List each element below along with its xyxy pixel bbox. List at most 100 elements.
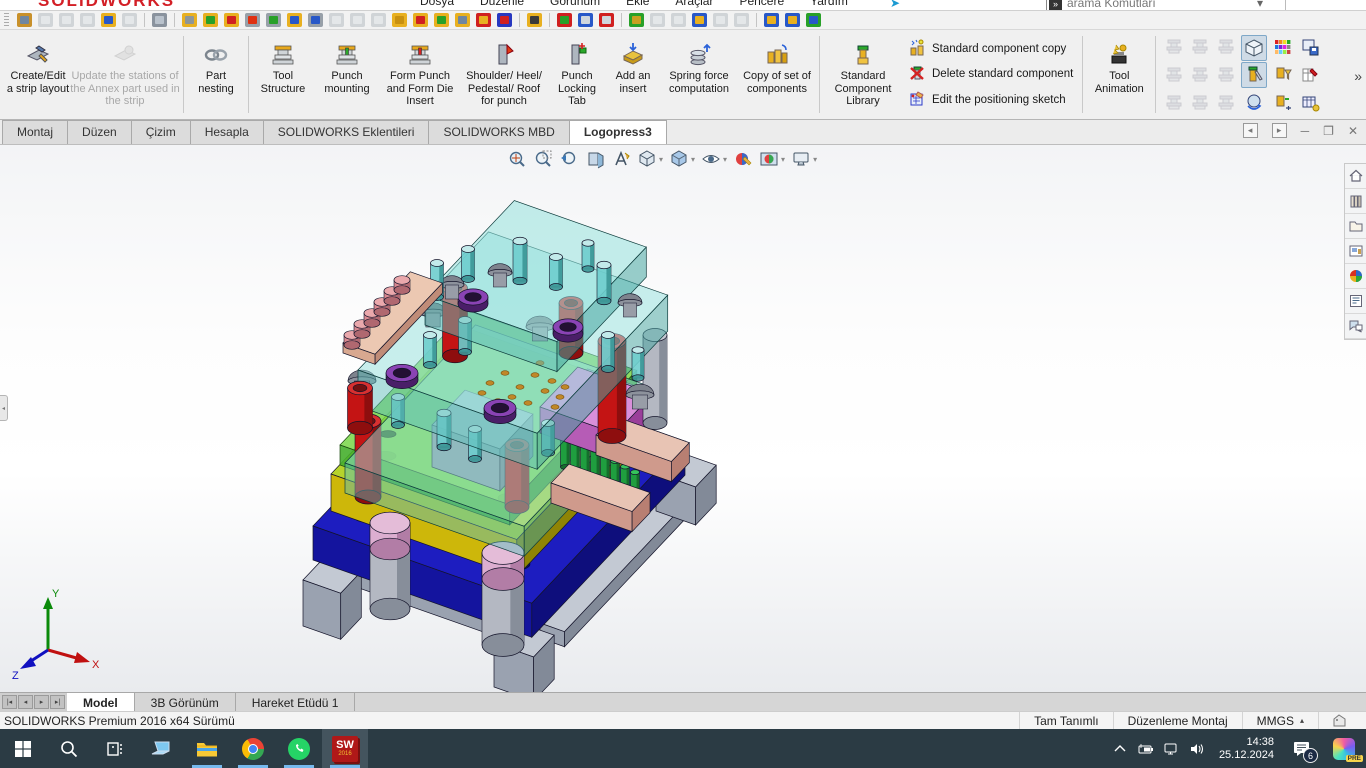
pc-icon[interactable]: [138, 729, 184, 768]
solidworks-button[interactable]: SW2016: [322, 729, 368, 768]
tab-next-icon[interactable]: ▸: [34, 695, 49, 709]
link-break-icon[interactable]: [713, 13, 728, 27]
network-icon[interactable]: [1159, 729, 1185, 768]
cmd-edit-the-positioning-sketch-button[interactable]: Edit the positioning sketch: [909, 90, 1073, 110]
doc-tab-3b-g-r-n-m[interactable]: 3B Görünüm: [135, 693, 236, 711]
menu-item-dosya[interactable]: Dosya: [420, 0, 454, 8]
std-component-delete-icon[interactable]: [476, 13, 491, 27]
cmd-tool-structure-button[interactable]: Tool Structure: [252, 32, 314, 117]
dropdown-caret-icon[interactable]: ▾: [691, 155, 695, 164]
design-table-icon[interactable]: [692, 13, 707, 27]
copilot-button[interactable]: PRE: [1322, 729, 1366, 768]
component-filter-button[interactable]: [1270, 61, 1296, 88]
dropdown-caret-icon[interactable]: ▾: [781, 155, 785, 164]
menu-item-araçlar[interactable]: Araçlar: [675, 0, 713, 8]
collapse-left-icon[interactable]: ◂: [1243, 123, 1258, 138]
cmd-delete-standard-component-button[interactable]: Delete standard component: [909, 64, 1073, 84]
file-explorer-icon[interactable]: [1345, 214, 1366, 239]
strip-link-icon[interactable]: [122, 13, 137, 27]
hide-show-icon[interactable]: ▾: [699, 147, 729, 171]
restore-button[interactable]: ❐: [1323, 124, 1334, 138]
copy-set-icon[interactable]: [392, 13, 407, 27]
punch-locking-icon[interactable]: [266, 13, 281, 27]
custom-properties-icon[interactable]: [1345, 289, 1366, 314]
previous-view-icon[interactable]: [557, 147, 581, 171]
annex-filter-icon[interactable]: [80, 13, 95, 27]
tab-logopress3[interactable]: Logopress3: [569, 120, 667, 144]
cmd-part-nesting-button[interactable]: Part nesting: [187, 32, 245, 117]
cmd-add-an-insert-button[interactable]: Add an insert: [606, 32, 660, 117]
doc-tab-hareket-et-d-1[interactable]: Hareket Etüdü 1: [236, 693, 356, 711]
die-assembly-model[interactable]: YXZ: [0, 145, 1366, 692]
add-insert-icon[interactable]: [287, 13, 302, 27]
copy-icon[interactable]: [329, 13, 344, 27]
dropdown-caret-icon[interactable]: ▾: [813, 155, 817, 164]
user-edit-icon[interactable]: [785, 13, 800, 27]
cmd-standard-component-copy-button[interactable]: Standard component copy: [909, 39, 1073, 59]
cmd-create-edit-a-strip-layout-button[interactable]: Create/Edit a strip layout: [6, 32, 70, 117]
tool-animation-icon[interactable]: [527, 13, 542, 27]
notification-center-button[interactable]: 6: [1282, 729, 1322, 768]
appearances-icon[interactable]: [1345, 264, 1366, 289]
toolbar-overflow-chevron[interactable]: »: [1354, 68, 1362, 84]
volume-icon[interactable]: [1185, 729, 1211, 768]
pin-icon[interactable]: ➤: [890, 0, 900, 10]
edit-appearance-icon[interactable]: [731, 147, 755, 171]
paste-icon[interactable]: [350, 13, 365, 27]
cmd-shoulder-heel-pedestal-roof--button[interactable]: Shoulder/ Heel/ Pedestal/ Roof for punch: [460, 32, 548, 117]
graphics-area[interactable]: YXZ ▾▾▾▾▾ ◂: [0, 145, 1366, 692]
library-check-icon[interactable]: [629, 13, 644, 27]
start-button[interactable]: [0, 729, 46, 768]
view-settings-icon[interactable]: ▾: [789, 147, 819, 171]
menu-item-yardım[interactable]: Yardım: [810, 0, 848, 8]
part-nesting-icon[interactable]: [152, 13, 167, 27]
taskbar-clock[interactable]: 14:38 25.12.2024: [1211, 736, 1282, 762]
apply-scene-icon[interactable]: ▾: [757, 147, 787, 171]
edit-component-button[interactable]: [1241, 62, 1267, 88]
menu-item-pencere[interactable]: Pencere: [739, 0, 784, 8]
shoulder-punch-icon[interactable]: [245, 13, 260, 27]
design-table-button[interactable]: [1297, 89, 1323, 116]
station-up-icon[interactable]: [38, 13, 53, 27]
tab-montaj[interactable]: Montaj: [2, 120, 68, 144]
menu-item-ekle[interactable]: Ekle: [626, 0, 649, 8]
search-button[interactable]: [46, 729, 92, 768]
tab-solidworks-eklentileri[interactable]: SOLIDWORKS Eklentileri: [263, 120, 430, 144]
search-input[interactable]: arama Komutları: [1067, 0, 1156, 10]
cmd-standard-component-library-button[interactable]: Standard Component Library: [823, 32, 903, 117]
tab-prev-icon[interactable]: ◂: [18, 695, 33, 709]
station-down-icon[interactable]: [59, 13, 74, 27]
view-orientation-icon[interactable]: ▾: [635, 147, 665, 171]
spring-force-icon[interactable]: [308, 13, 323, 27]
cmd-form-punch-and-form-die-inse-button[interactable]: Form Punch and Form Die Insert: [380, 32, 460, 117]
quick-tips-icon[interactable]: [1318, 712, 1360, 729]
dropdown-caret-icon[interactable]: ▾: [659, 155, 663, 164]
dropdown-caret-icon[interactable]: ▾: [723, 155, 727, 164]
edit-table-button[interactable]: [1297, 61, 1323, 88]
doc-tab-model[interactable]: Model: [67, 693, 135, 711]
chrome-button[interactable]: [230, 729, 276, 768]
cmd-update-the-stations-of-the-a-button[interactable]: Update the stations of the Annex part us…: [70, 32, 180, 117]
cmd-tool-animation-button[interactable]: Tool Animation: [1086, 32, 1152, 117]
tool-structure-icon[interactable]: [182, 13, 197, 27]
cmd-spring-force-computation-button[interactable]: Spring force computation: [660, 32, 738, 117]
task-view-button[interactable]: [92, 729, 138, 768]
check-document-icon[interactable]: [806, 13, 821, 27]
help-icon[interactable]: [764, 13, 779, 27]
component-pattern-button[interactable]: [1270, 89, 1296, 116]
save-library-icon[interactable]: [578, 13, 593, 27]
notes-icon[interactable]: [671, 13, 686, 27]
form-punch-icon[interactable]: [224, 13, 239, 27]
replace-strip-icon[interactable]: [101, 13, 116, 27]
zoom-fit-icon[interactable]: [505, 147, 529, 171]
whatsapp-button[interactable]: [276, 729, 322, 768]
forum-icon[interactable]: [1345, 314, 1366, 339]
toolbar-drag-handle[interactable]: [4, 13, 9, 27]
close-button[interactable]: ✕: [1348, 124, 1358, 138]
minimize-button[interactable]: ─: [1301, 124, 1310, 138]
std-component-icon[interactable]: [434, 13, 449, 27]
section-view-icon[interactable]: [583, 147, 607, 171]
menu-item-düzenle[interactable]: Düzenle: [480, 0, 524, 8]
tab-solidworks-mbd[interactable]: SOLIDWORKS MBD: [428, 120, 569, 144]
cmd-punch-mounting-button[interactable]: Punch mounting: [314, 32, 380, 117]
